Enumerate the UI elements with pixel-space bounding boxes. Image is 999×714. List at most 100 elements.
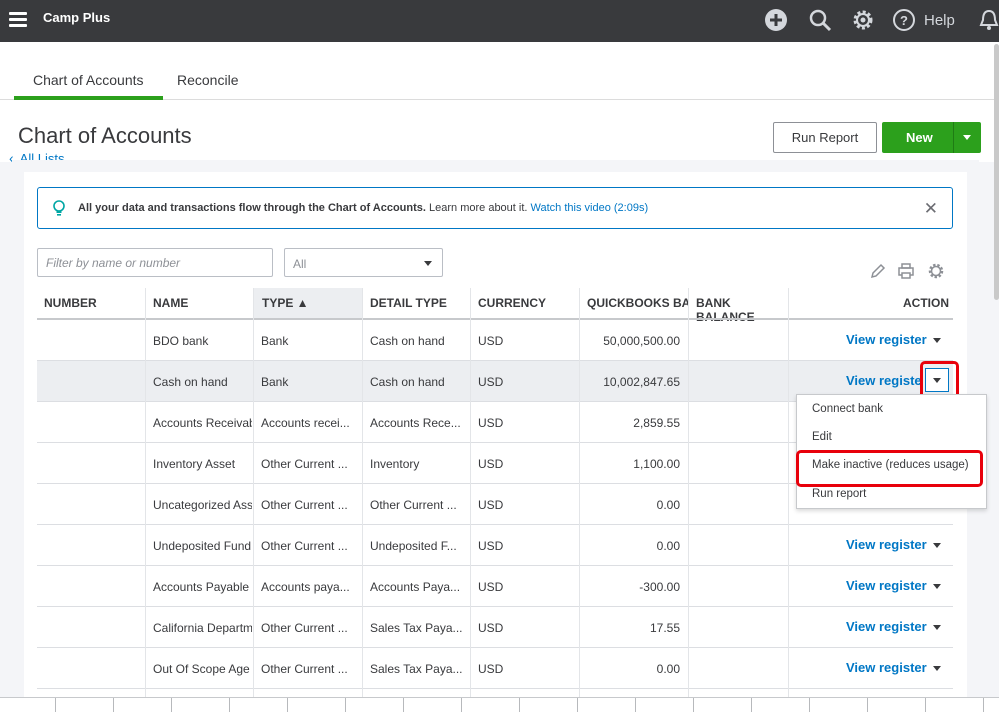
chevron-down-icon[interactable]: [963, 135, 971, 140]
cell-detail-type: Other Current ...: [370, 498, 457, 512]
cell-qb-balance: -300.00: [639, 580, 680, 594]
close-icon[interactable]: ✕: [924, 199, 938, 219]
gear-icon[interactable]: [851, 8, 875, 32]
col-header-bank-balance[interactable]: BANK BALANCE: [696, 288, 788, 324]
plus-icon[interactable]: [764, 8, 788, 32]
svg-text:?: ?: [900, 13, 908, 28]
cell-name[interactable]: BDO bank: [153, 334, 252, 348]
cell-detail-type: Sales Tax Paya...: [370, 621, 463, 635]
chevron-down-icon[interactable]: [933, 666, 941, 671]
column-divider: [362, 288, 363, 697]
menu-item-edit[interactable]: Edit: [812, 431, 832, 443]
cell-detail-type: Cash on hand: [370, 375, 445, 389]
chevron-down-icon[interactable]: [933, 584, 941, 589]
cell-type: Other Current ...: [261, 457, 348, 471]
view-register-link[interactable]: View register: [846, 537, 927, 552]
table-row: Accounts Payable ( Accounts paya... Acco…: [37, 566, 953, 607]
cell-currency: USD: [478, 498, 504, 512]
lightbulb-icon: [53, 200, 65, 216]
menu-icon[interactable]: [9, 12, 27, 28]
type-filter-select[interactable]: All: [284, 248, 443, 277]
cell-currency: USD: [478, 457, 504, 471]
type-filter-value: All: [293, 257, 307, 271]
chevron-down-icon[interactable]: [933, 543, 941, 548]
help-icon[interactable]: ?: [892, 8, 916, 32]
cell-currency: USD: [478, 416, 504, 430]
company-name: Camp Plus: [43, 10, 111, 25]
column-divider: [470, 288, 471, 697]
cell-name[interactable]: Accounts Receivab: [153, 416, 252, 430]
search-icon[interactable]: [808, 8, 832, 32]
help-label[interactable]: Help: [924, 12, 955, 29]
view-register-link[interactable]: View registe: [846, 373, 922, 388]
cell-qb-balance: 17.55: [649, 621, 680, 635]
menu-item-connect-bank[interactable]: Connect bank: [812, 403, 883, 415]
cell-name[interactable]: Out Of Scope Age: [153, 662, 252, 676]
cell-name[interactable]: Cash on hand: [153, 375, 252, 389]
split-divider: [953, 122, 954, 153]
info-text: Learn more about it.: [429, 202, 528, 214]
view-register-link[interactable]: View register: [846, 660, 927, 675]
view-register-link[interactable]: View register: [846, 332, 927, 347]
view-register-link[interactable]: View register: [846, 578, 927, 593]
watch-video-link[interactable]: Watch this video (2:09s): [531, 202, 649, 214]
cell-type: Accounts recei...: [261, 416, 350, 430]
top-bar: Camp Plus ? Help: [0, 0, 999, 42]
cell-name[interactable]: Accounts Payable (: [153, 580, 252, 594]
table-row: BDO bank Bank Cash on hand USD 50,000,50…: [37, 320, 953, 361]
column-divider: [788, 288, 789, 697]
tab-chart-of-accounts[interactable]: Chart of Accounts: [33, 72, 144, 88]
print-icon[interactable]: [897, 262, 915, 280]
cell-detail-type: Sales Tax Paya...: [370, 662, 463, 676]
new-button-label: New: [906, 130, 933, 145]
bell-icon[interactable]: [977, 8, 999, 32]
chevron-down-icon[interactable]: [933, 625, 941, 630]
table-row: California Departm Other Current ... Sal…: [37, 607, 953, 648]
table-row: Out Of Scope Age Other Current ... Sales…: [37, 648, 953, 689]
cell-type: Bank: [261, 375, 289, 389]
cell-currency: USD: [478, 539, 504, 553]
column-divider: [688, 288, 689, 697]
cell-type: Other Current ...: [261, 539, 348, 553]
chevron-down-icon[interactable]: [933, 338, 941, 343]
cell-currency: USD: [478, 375, 504, 389]
col-header-currency[interactable]: CURRENCY: [478, 288, 578, 319]
cell-name[interactable]: California Departm: [153, 621, 252, 635]
info-banner: All your data and transactions flow thro…: [37, 187, 953, 229]
settings-icon[interactable]: [927, 262, 945, 280]
filter-input[interactable]: [37, 248, 273, 277]
run-report-button[interactable]: Run Report: [773, 122, 877, 153]
active-tab-indicator: [14, 96, 163, 100]
col-header-detail-type[interactable]: DETAIL TYPE: [370, 288, 470, 319]
col-header-type[interactable]: TYPE ▲: [254, 288, 362, 319]
col-header-name[interactable]: NAME: [153, 288, 251, 319]
view-register-link[interactable]: View register: [846, 619, 927, 634]
chevron-down-icon: [424, 261, 432, 266]
tab-reconcile[interactable]: Reconcile: [177, 72, 238, 88]
cell-name[interactable]: Undeposited Fund: [153, 539, 252, 553]
cell-name[interactable]: Inventory Asset: [153, 457, 252, 471]
cell-detail-type: Accounts Rece...: [370, 416, 461, 430]
cell-qb-balance: 10,002,847.65: [603, 375, 680, 389]
cell-detail-type: Inventory: [370, 457, 420, 471]
highlight-box: [796, 450, 983, 487]
col-header-quickbooks-balance[interactable]: QUICKBOOKS BAL: [587, 288, 689, 319]
col-header-number[interactable]: NUMBER: [44, 288, 144, 319]
pencil-icon[interactable]: [869, 262, 887, 280]
cell-currency: USD: [478, 334, 504, 348]
cell-type: Other Current ...: [261, 662, 348, 676]
cell-qb-balance: 2,859.55: [633, 416, 680, 430]
vertical-scrollbar[interactable]: [994, 44, 999, 300]
page-title: Chart of Accounts: [18, 123, 192, 148]
cell-name[interactable]: Uncategorized Ass: [153, 498, 252, 512]
cell-qb-balance: 0.00: [656, 498, 680, 512]
cell-currency: USD: [478, 580, 504, 594]
cell-qb-balance: 0.00: [656, 662, 680, 676]
cell-currency: USD: [478, 662, 504, 676]
menu-item-run-report[interactable]: Run report: [812, 488, 866, 500]
cell-detail-type: Cash on hand: [370, 334, 445, 348]
column-divider: [579, 288, 580, 697]
cell-qb-balance: 0.00: [656, 539, 680, 553]
new-button[interactable]: New: [882, 122, 981, 153]
column-divider: [253, 288, 254, 697]
